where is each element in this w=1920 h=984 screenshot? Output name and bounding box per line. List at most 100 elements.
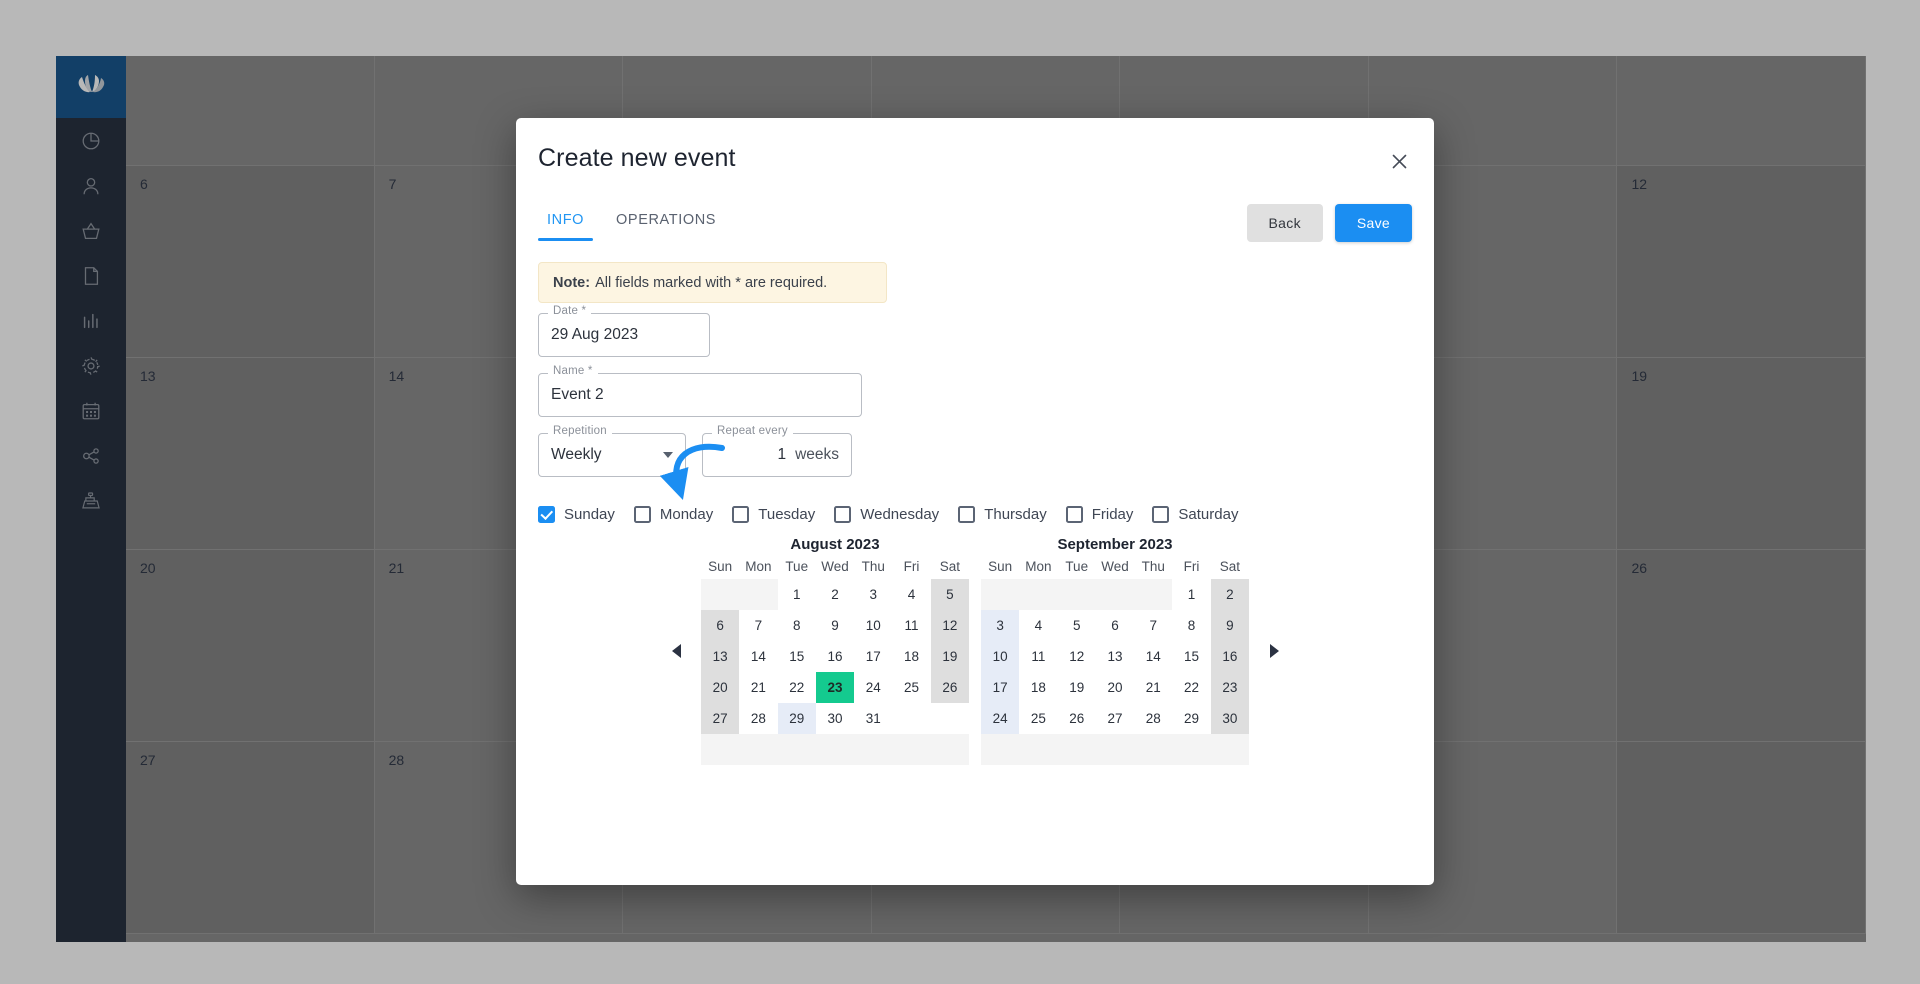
- repetition-select[interactable]: Weekly: [538, 433, 686, 477]
- mini-calendar-day[interactable]: 23: [815, 672, 855, 703]
- name-input[interactable]: Event 2: [538, 373, 862, 417]
- mini-calendar-day[interactable]: 1: [777, 579, 816, 610]
- mini-calendar-day[interactable]: 21: [739, 672, 778, 703]
- mini-calendar-day[interactable]: 6: [1095, 610, 1135, 641]
- mini-calendar-day[interactable]: 31: [854, 703, 893, 734]
- mini-calendar-day[interactable]: 12: [1057, 641, 1096, 672]
- mini-calendar-day[interactable]: 28: [1134, 703, 1173, 734]
- mini-calendar-day[interactable]: 3: [854, 579, 893, 610]
- mini-calendar-day[interactable]: 8: [777, 610, 816, 641]
- mini-calendar-day[interactable]: 20: [1095, 672, 1135, 703]
- weekday-friday-label: Friday: [1091, 506, 1134, 523]
- mini-calendar-day[interactable]: 15: [777, 641, 816, 672]
- mini-calendar-day[interactable]: 29: [777, 703, 816, 734]
- mini-calendar-day[interactable]: 22: [1172, 672, 1211, 703]
- mini-calendar-day[interactable]: 18: [1019, 672, 1058, 703]
- mini-calendar-day[interactable]: 27: [1095, 703, 1135, 734]
- mini-calendar-day[interactable]: 10: [854, 610, 893, 641]
- date-input[interactable]: 29 Aug 2023: [538, 313, 710, 357]
- checkbox-wednesday[interactable]: [834, 506, 852, 523]
- mini-calendar-day[interactable]: 16: [815, 641, 855, 672]
- mini-calendar-day[interactable]: 18: [892, 641, 931, 672]
- mini-calendar-day[interactable]: 30: [1210, 703, 1249, 734]
- mini-calendar-blank: [739, 579, 778, 610]
- mini-calendar-day[interactable]: 4: [1019, 610, 1058, 641]
- weekday-sunday[interactable]: Sunday: [538, 506, 615, 523]
- repetition-field: Repetition Weekly: [538, 425, 686, 477]
- mini-calendar-day[interactable]: 8: [1172, 610, 1211, 641]
- checkbox-monday[interactable]: [633, 506, 651, 523]
- mini-calendar-day[interactable]: 21: [1134, 672, 1173, 703]
- mini-calendar-day[interactable]: 14: [1134, 641, 1173, 672]
- mini-calendar-day[interactable]: 12: [930, 610, 969, 641]
- mini-calendar-blank: [981, 579, 1020, 610]
- mini-calendar-day[interactable]: 11: [892, 610, 931, 641]
- mini-calendar-day[interactable]: 26: [1057, 703, 1096, 734]
- mini-calendar-september-title: September 2023: [1057, 536, 1173, 553]
- checkbox-tuesday[interactable]: [732, 506, 750, 523]
- mini-calendar-day[interactable]: 1: [1172, 579, 1211, 610]
- mini-calendar-day[interactable]: 22: [777, 672, 816, 703]
- weekday-tuesday[interactable]: Tuesday: [732, 506, 815, 523]
- mini-calendar-day[interactable]: 19: [1057, 672, 1096, 703]
- mini-calendar-day[interactable]: 15: [1172, 641, 1211, 672]
- mini-calendar-day[interactable]: 2: [815, 579, 855, 610]
- mini-calendar-day[interactable]: 9: [815, 610, 855, 641]
- weekday-thursday[interactable]: Thursday: [958, 506, 1047, 523]
- mini-calendar-day[interactable]: 13: [701, 641, 740, 672]
- mini-calendar-header-row: Sun Mon Tue Wed Thu Fri Sat: [981, 559, 1249, 579]
- mini-calendar-day[interactable]: 13: [1095, 641, 1135, 672]
- mini-calendar-day[interactable]: 29: [1172, 703, 1211, 734]
- mini-calendar-day[interactable]: 6: [701, 610, 740, 641]
- weekday-sunday-label: Sunday: [564, 506, 615, 523]
- weekday-saturday[interactable]: Saturday: [1152, 506, 1238, 523]
- mini-calendar-day[interactable]: 5: [930, 579, 969, 610]
- mini-calendar-day[interactable]: 24: [854, 672, 893, 703]
- mini-calendar-day[interactable]: 28: [739, 703, 778, 734]
- mini-calendar-day[interactable]: 11: [1019, 641, 1058, 672]
- checkbox-thursday[interactable]: [958, 506, 976, 523]
- checkbox-sunday[interactable]: [538, 506, 555, 523]
- checkbox-saturday[interactable]: [1152, 506, 1170, 523]
- save-button[interactable]: Save: [1334, 204, 1412, 242]
- repeat-every-input[interactable]: 1 weeks: [702, 433, 852, 477]
- mini-calendar-day[interactable]: 9: [1210, 610, 1249, 641]
- mini-calendar-week-row: 12: [981, 579, 1249, 610]
- dow-sat: Sat: [939, 559, 960, 574]
- weekday-friday[interactable]: Friday: [1065, 506, 1134, 523]
- weekday-monday-label: Monday: [659, 506, 714, 523]
- repeat-every-field: Repeat every 1 weeks: [702, 425, 852, 477]
- weekday-thursday-label: Thursday: [984, 506, 1047, 523]
- tab-info[interactable]: INFO: [538, 206, 594, 241]
- mini-calendar-day[interactable]: 2: [1210, 579, 1249, 610]
- mini-calendar-day[interactable]: 17: [981, 672, 1020, 703]
- back-button[interactable]: Back: [1246, 204, 1323, 242]
- mini-calendar-day[interactable]: 14: [739, 641, 778, 672]
- mini-calendar-day[interactable]: 30: [815, 703, 855, 734]
- mini-calendar-day[interactable]: 16: [1210, 641, 1249, 672]
- mini-calendar-day[interactable]: 25: [892, 672, 931, 703]
- prev-month-arrow[interactable]: [663, 536, 689, 766]
- mini-calendar-day[interactable]: 25: [1019, 703, 1058, 734]
- mini-calendar-day[interactable]: 7: [1134, 610, 1173, 641]
- mini-calendar-day[interactable]: 4: [892, 579, 931, 610]
- mini-calendar-day[interactable]: 23: [1210, 672, 1249, 703]
- weekday-wednesday[interactable]: Wednesday: [834, 506, 939, 523]
- mini-calendar-day[interactable]: 17: [854, 641, 893, 672]
- mini-calendar-day[interactable]: 27: [701, 703, 740, 734]
- mini-calendar-day[interactable]: 5: [1057, 610, 1096, 641]
- mini-calendar-day[interactable]: 7: [739, 610, 778, 641]
- modal-actions: Back Save: [1246, 204, 1412, 242]
- close-icon[interactable]: [1386, 148, 1412, 174]
- next-month-arrow[interactable]: [1261, 536, 1287, 766]
- mini-calendar-day[interactable]: 26: [930, 672, 969, 703]
- weekday-monday[interactable]: Monday: [633, 506, 714, 523]
- checkbox-friday[interactable]: [1065, 506, 1083, 523]
- weekday-wednesday-label: Wednesday: [860, 506, 940, 523]
- mini-calendar-day[interactable]: 19: [930, 641, 969, 672]
- mini-calendar-day[interactable]: 20: [701, 672, 740, 703]
- mini-calendar-day[interactable]: 24: [981, 703, 1020, 734]
- mini-calendar-day[interactable]: 10: [981, 641, 1020, 672]
- mini-calendar-day[interactable]: 3: [981, 610, 1020, 641]
- tab-operations[interactable]: OPERATIONS: [607, 206, 725, 241]
